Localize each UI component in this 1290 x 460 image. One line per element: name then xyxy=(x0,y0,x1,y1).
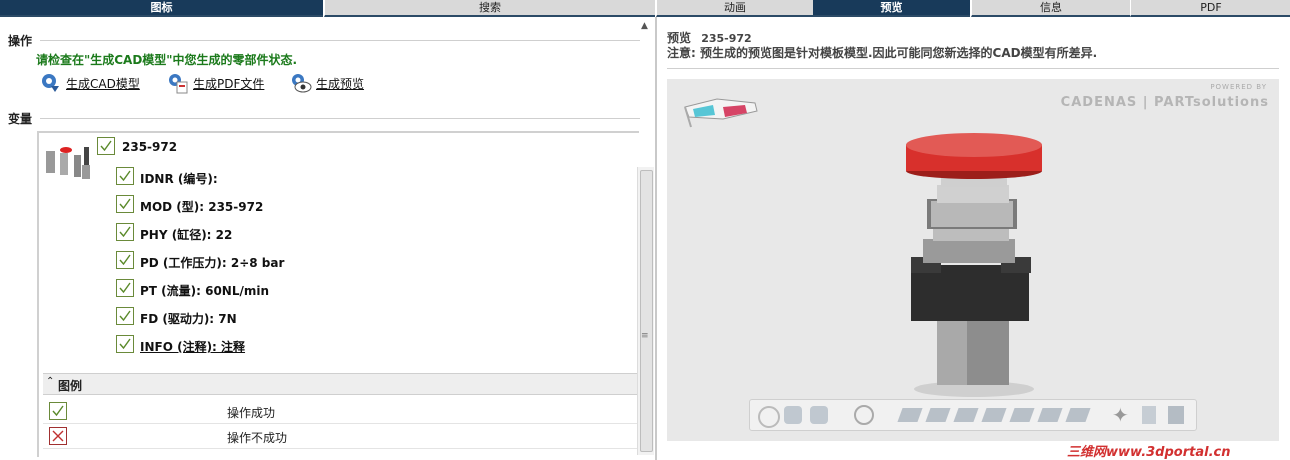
divider xyxy=(40,118,640,119)
property-mod: MOD (型): 235-972 xyxy=(140,200,264,214)
checkmark-icon xyxy=(119,170,131,182)
scroll-grip-icon: ≡ xyxy=(641,331,649,341)
tab-icons[interactable]: 图标 xyxy=(0,0,323,17)
3d-glasses-icon[interactable] xyxy=(683,93,763,133)
property-checkbox[interactable] xyxy=(116,251,134,269)
actions-section-title: 操作 xyxy=(8,34,33,48)
view-front-icon[interactable] xyxy=(925,408,951,422)
generate-pdf-label: 生成PDF文件 xyxy=(193,76,265,91)
tab-info[interactable]: 信息 xyxy=(971,0,1130,17)
view-solid-icon[interactable] xyxy=(784,406,802,424)
cad-gear-icon xyxy=(42,74,59,92)
legend-row-fail: 操作不成功 xyxy=(43,424,637,449)
property-checkbox[interactable] xyxy=(116,335,134,353)
status-warning-text: 请检查在"生成CAD模型"中您生成的零部件状态. xyxy=(36,53,298,67)
zoom-magnifier-icon[interactable] xyxy=(854,405,874,425)
property-info-link[interactable]: INFO (注释): 注释 xyxy=(140,338,245,355)
generate-cad-label: 生成CAD模型 xyxy=(66,76,140,91)
view-iso-icon[interactable] xyxy=(897,408,923,422)
legend-header[interactable]: ⌃ 图例 xyxy=(43,373,637,395)
checkmark-icon xyxy=(119,198,131,210)
view-right-icon[interactable] xyxy=(1009,408,1035,422)
view-shaded-icon[interactable] xyxy=(810,406,828,424)
success-checkbox-icon xyxy=(49,402,67,420)
generate-pdf-button[interactable]: 生成PDF文件 xyxy=(167,72,264,94)
settings-page-icon[interactable] xyxy=(1168,406,1184,424)
vertical-scrollbar[interactable]: ≡ xyxy=(637,167,654,455)
checkmark-icon xyxy=(119,282,131,294)
pdf-gear-icon xyxy=(169,74,188,94)
left-panel: 操作 请检查在"生成CAD模型"中您生成的零部件状态. 生成CAD模型 生成PD… xyxy=(0,17,655,460)
preview-notice: 注意: 预生成的预览图是针对模板模型.因此可能同您新选择的CAD模型有所差异. xyxy=(667,46,1098,60)
checkmark-icon xyxy=(119,338,131,350)
view-cylinder-icon[interactable] xyxy=(758,406,780,428)
legend-fail-label: 操作不成功 xyxy=(227,431,288,445)
export-page-icon[interactable] xyxy=(1142,406,1156,424)
watermark-text: 三维网www.3dportal.cn xyxy=(1067,445,1231,460)
scroll-up-arrow-icon[interactable]: ▲ xyxy=(641,21,648,31)
push-button-3d-model xyxy=(906,133,1042,397)
3d-viewer[interactable]: POWERED BY CADENAS | PARTsolutions ✦ xyxy=(667,79,1279,441)
checkmark-icon xyxy=(100,140,112,152)
checkmark-icon xyxy=(119,254,131,266)
generate-cad-button[interactable]: 生成CAD模型 xyxy=(40,72,140,94)
generate-preview-button[interactable]: 生成预览 xyxy=(290,72,364,94)
top-tab-bar: 图标 搜索 动画 预览 信息 PDF xyxy=(0,0,1290,17)
view-back-icon[interactable] xyxy=(953,408,979,422)
property-checkbox[interactable] xyxy=(116,195,134,213)
fail-cross-icon xyxy=(49,427,67,445)
cadenas-logo: CADENAS | PARTsolutions xyxy=(1060,95,1269,110)
property-pd: PD (工作压力): 2÷8 bar xyxy=(140,256,285,270)
explode-axes-icon[interactable]: ✦ xyxy=(1112,403,1129,427)
collapse-chevron-icon[interactable]: ⌃ xyxy=(46,376,54,387)
divider xyxy=(667,68,1279,69)
tab-preview[interactable]: 预览 xyxy=(813,0,970,17)
view-top-icon[interactable] xyxy=(1037,408,1063,422)
property-checkbox[interactable] xyxy=(116,223,134,241)
legend-row-success: 操作成功 xyxy=(43,399,637,424)
property-idnr: IDNR (编号): xyxy=(140,172,218,186)
tab-animation[interactable]: 动画 xyxy=(656,0,813,17)
scrollbar-thumb[interactable] xyxy=(640,170,653,452)
variant-id[interactable]: 235-972 xyxy=(122,140,177,154)
viewer-toolbar: ✦ xyxy=(749,399,1197,431)
property-fd: FD (驱动力): 7N xyxy=(140,312,237,326)
property-phy: PHY (缸径): 22 xyxy=(140,228,233,242)
property-checkbox[interactable] xyxy=(116,279,134,297)
property-checkbox[interactable] xyxy=(116,167,134,185)
view-left-icon[interactable] xyxy=(981,408,1007,422)
product-thumbnail xyxy=(46,147,90,179)
generate-preview-label: 生成预览 xyxy=(316,76,365,91)
property-pt: PT (流量): 60NL/min xyxy=(140,284,270,298)
checkmark-icon xyxy=(119,310,131,322)
property-checkbox[interactable] xyxy=(116,307,134,325)
preview-panel: 预览 235-972 注意: 预生成的预览图是针对模板模型.因此可能同您新选择的… xyxy=(657,17,1290,460)
legend-title: 图例 xyxy=(58,379,83,393)
view-bottom-icon[interactable] xyxy=(1065,408,1091,422)
variants-section-title: 变量 xyxy=(8,112,33,126)
eye-preview-icon xyxy=(292,74,312,93)
checkmark-icon xyxy=(119,226,131,238)
tab-pdf[interactable]: PDF xyxy=(1130,0,1290,17)
tab-search[interactable]: 搜索 xyxy=(324,0,655,17)
preview-label: 预览 xyxy=(667,31,692,45)
powered-by-text: POWERED BY xyxy=(1210,83,1267,91)
divider xyxy=(40,40,640,41)
legend-success-label: 操作成功 xyxy=(227,406,276,420)
variant-checkbox[interactable] xyxy=(97,137,115,155)
